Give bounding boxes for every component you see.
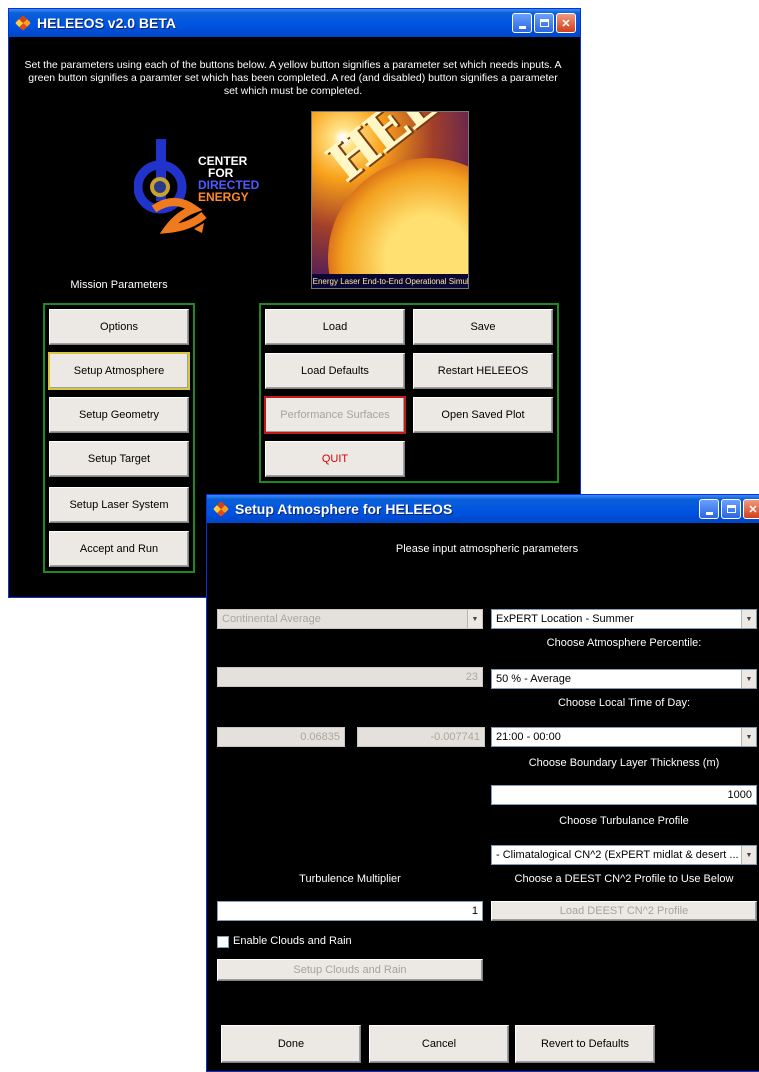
chevron-down-icon: ▼ bbox=[741, 846, 756, 864]
chevron-down-icon: ▼ bbox=[741, 610, 756, 628]
time-of-day-label: Choose Local Time of Day: bbox=[557, 697, 691, 709]
close-icon: ✕ bbox=[748, 503, 758, 516]
minimize-icon bbox=[705, 511, 713, 515]
left-value-field-1: 23 bbox=[217, 667, 483, 687]
percentile-label: Choose Atmosphere Percentile: bbox=[546, 637, 702, 649]
deest-profile-label: Choose a DEEST CN^2 Profile to Use Below bbox=[514, 873, 734, 885]
close-button[interactable]: ✕ bbox=[556, 13, 576, 33]
options-button[interactable]: Options bbox=[49, 309, 189, 345]
turbulence-profile-value: - Climatalogical CN^2 (ExPERT midlat & d… bbox=[496, 849, 739, 861]
performance-surfaces-button[interactable]: Performance Surfaces bbox=[264, 396, 406, 434]
close-icon: ✕ bbox=[561, 17, 571, 30]
minimize-icon bbox=[518, 25, 526, 29]
maximize-icon bbox=[726, 505, 736, 513]
main-window-title: HELEEOS v2.0 BETA bbox=[37, 15, 177, 31]
atmo-maximize-button[interactable] bbox=[721, 499, 741, 519]
main-title-bar[interactable]: HELEEOS v2.0 BETA ✕ bbox=[9, 9, 580, 37]
percentile-dropdown[interactable]: 50 % - Average ▼ bbox=[491, 669, 757, 689]
maximize-icon bbox=[539, 19, 549, 27]
cde-logo-text: CENTER FOR DIRECTED ENERGY bbox=[198, 155, 259, 203]
atmo-minimize-button[interactable] bbox=[699, 499, 719, 519]
maximize-button[interactable] bbox=[534, 13, 554, 33]
revert-to-defaults-button[interactable]: Revert to Defaults bbox=[515, 1025, 655, 1063]
turbulence-multiplier-label: Turbulence Multiplier bbox=[299, 873, 401, 885]
setup-geometry-button[interactable]: Setup Geometry bbox=[49, 397, 189, 433]
cancel-button[interactable]: Cancel bbox=[369, 1025, 509, 1063]
atmo-close-button[interactable]: ✕ bbox=[743, 499, 759, 519]
location-dropdown[interactable]: ExPERT Location - Summer ▼ bbox=[491, 609, 757, 629]
atmosphere-model-dropdown[interactable]: Continental Average ▼ bbox=[217, 609, 483, 629]
chevron-down-icon: ▼ bbox=[741, 728, 756, 746]
time-of-day-dropdown[interactable]: 21:00 - 00:00 ▼ bbox=[491, 727, 757, 747]
time-of-day-value: 21:00 - 00:00 bbox=[496, 731, 561, 743]
quit-button[interactable]: QUIT bbox=[265, 441, 405, 477]
heleeos-banner: HELEEOS High Energy Laser End-to-End Ope… bbox=[311, 111, 469, 289]
setup-target-button[interactable]: Setup Target bbox=[49, 441, 189, 477]
matlab-icon bbox=[213, 501, 229, 517]
cde-logo: CENTER FOR DIRECTED ENERGY bbox=[133, 137, 274, 247]
logo-line-4: ENERGY bbox=[198, 190, 249, 204]
atmosphere-model-value: Continental Average bbox=[222, 613, 321, 625]
left-value-field-3: -0.007741 bbox=[357, 727, 485, 747]
turbulence-multiplier-input[interactable]: 1 bbox=[217, 901, 483, 921]
atmo-title-bar[interactable]: Setup Atmosphere for HELEEOS ✕ bbox=[207, 495, 759, 523]
enable-clouds-checkbox[interactable] bbox=[217, 936, 229, 948]
percentile-value: 50 % - Average bbox=[496, 673, 572, 685]
setup-laser-system-button[interactable]: Setup Laser System bbox=[49, 487, 189, 523]
setup-atmosphere-button[interactable]: Setup Atmosphere bbox=[48, 352, 190, 390]
setup-clouds-button[interactable]: Setup Clouds and Rain bbox=[217, 959, 483, 981]
boundary-layer-label: Choose Boundary Layer Thickness (m) bbox=[528, 757, 720, 769]
accept-and-run-button[interactable]: Accept and Run bbox=[49, 531, 189, 567]
boundary-layer-input[interactable]: 1000 bbox=[491, 785, 757, 805]
turbulence-profile-label: Choose Turbulance Profile bbox=[559, 815, 689, 827]
load-button[interactable]: Load bbox=[265, 309, 405, 345]
chevron-down-icon: ▼ bbox=[467, 610, 482, 628]
load-defaults-button[interactable]: Load Defaults bbox=[265, 353, 405, 389]
minimize-button[interactable] bbox=[512, 13, 532, 33]
atmo-prompt: Please input atmospheric parameters bbox=[395, 543, 579, 555]
load-deest-profile-button[interactable]: Load DEEST CN^2 Profile bbox=[491, 901, 757, 921]
turbulence-profile-dropdown[interactable]: - Climatalogical CN^2 (ExPERT midlat & d… bbox=[491, 845, 757, 865]
instructions-text: Set the parameters using each of the but… bbox=[24, 59, 562, 97]
chevron-down-icon: ▼ bbox=[741, 670, 756, 688]
left-value-field-2: 0.06835 bbox=[217, 727, 345, 747]
location-value: ExPERT Location - Summer bbox=[496, 613, 634, 625]
matlab-icon bbox=[15, 15, 31, 31]
open-saved-plot-button[interactable]: Open Saved Plot bbox=[413, 397, 553, 433]
done-button[interactable]: Done bbox=[221, 1025, 361, 1063]
atmo-window-title: Setup Atmosphere for HELEEOS bbox=[235, 501, 453, 517]
mission-parameters-label: Mission Parameters bbox=[70, 279, 168, 291]
save-button[interactable]: Save bbox=[413, 309, 553, 345]
restart-heleeos-button[interactable]: Restart HELEEOS bbox=[413, 353, 553, 389]
banner-caption: High Energy Laser End-to-End Operational… bbox=[312, 274, 468, 288]
setup-atmosphere-window: Setup Atmosphere for HELEEOS ✕ Please in… bbox=[206, 494, 759, 1072]
enable-clouds-label: Enable Clouds and Rain bbox=[233, 935, 352, 947]
